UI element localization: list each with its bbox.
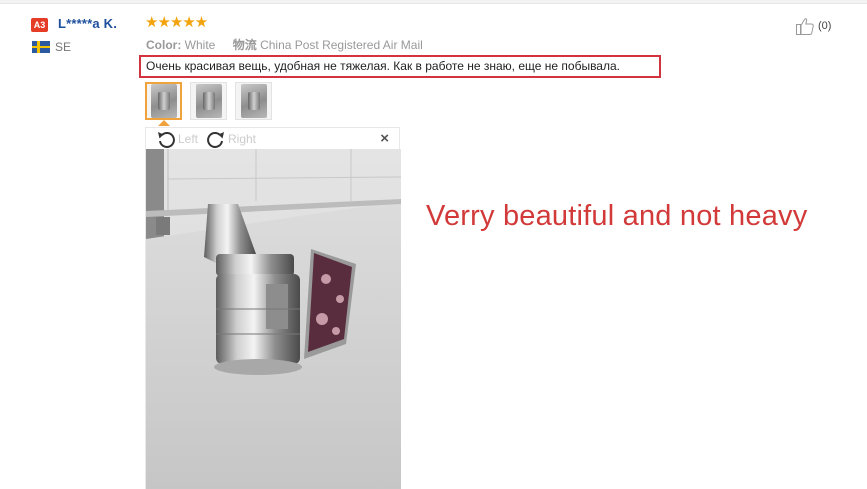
review-photo-thumb-1[interactable]: [145, 82, 182, 120]
thumb-image: [150, 84, 177, 118]
helpful-button[interactable]: (0): [795, 16, 831, 36]
color-value: White: [184, 38, 216, 52]
rotate-left-label: Left: [178, 132, 199, 146]
review-photo-bee-smoker: [146, 149, 401, 489]
thumb-image: [240, 84, 267, 118]
top-divider: [0, 0, 867, 4]
rotate-right-button[interactable]: Right: [206, 130, 256, 148]
color-key: Color:: [146, 38, 182, 52]
review-photo-thumb-2[interactable]: [190, 82, 227, 120]
helpful-count: (0): [818, 20, 832, 32]
member-level-badge: A3: [31, 18, 48, 32]
reviewer-country: SE: [55, 40, 72, 54]
star-rating: ★★★★★: [145, 14, 208, 31]
rotate-left-button[interactable]: Left: [156, 130, 198, 148]
annotation-caption: Verry beautiful and not heavy: [426, 200, 808, 232]
photo-viewer: Left Right ×: [145, 127, 401, 489]
photo-viewer-toolbar: Left Right ×: [146, 128, 399, 149]
rotate-left-icon: [158, 132, 175, 148]
thumb-image: [195, 84, 222, 118]
reviewer-name[interactable]: L*****a K.: [58, 16, 117, 31]
review-text: Очень красивая вещь, удобная не тяжелая.…: [139, 55, 661, 78]
shipping-method: China Post Registered Air Mail: [260, 38, 423, 52]
thumbs-up-icon[interactable]: [795, 16, 815, 36]
review-photo-thumb-3[interactable]: [235, 82, 272, 120]
close-viewer-button[interactable]: ×: [380, 130, 389, 147]
active-thumb-caret: [158, 120, 170, 126]
rotate-right-icon: [207, 132, 224, 148]
sweden-flag-icon: [32, 41, 50, 53]
review-photo-thumbnails: [145, 82, 272, 120]
logistics-icon: 物流: [232, 38, 257, 52]
rotate-right-label: Right: [228, 132, 257, 146]
order-info: Color: White 物流 China Post Registered Ai…: [146, 36, 423, 53]
